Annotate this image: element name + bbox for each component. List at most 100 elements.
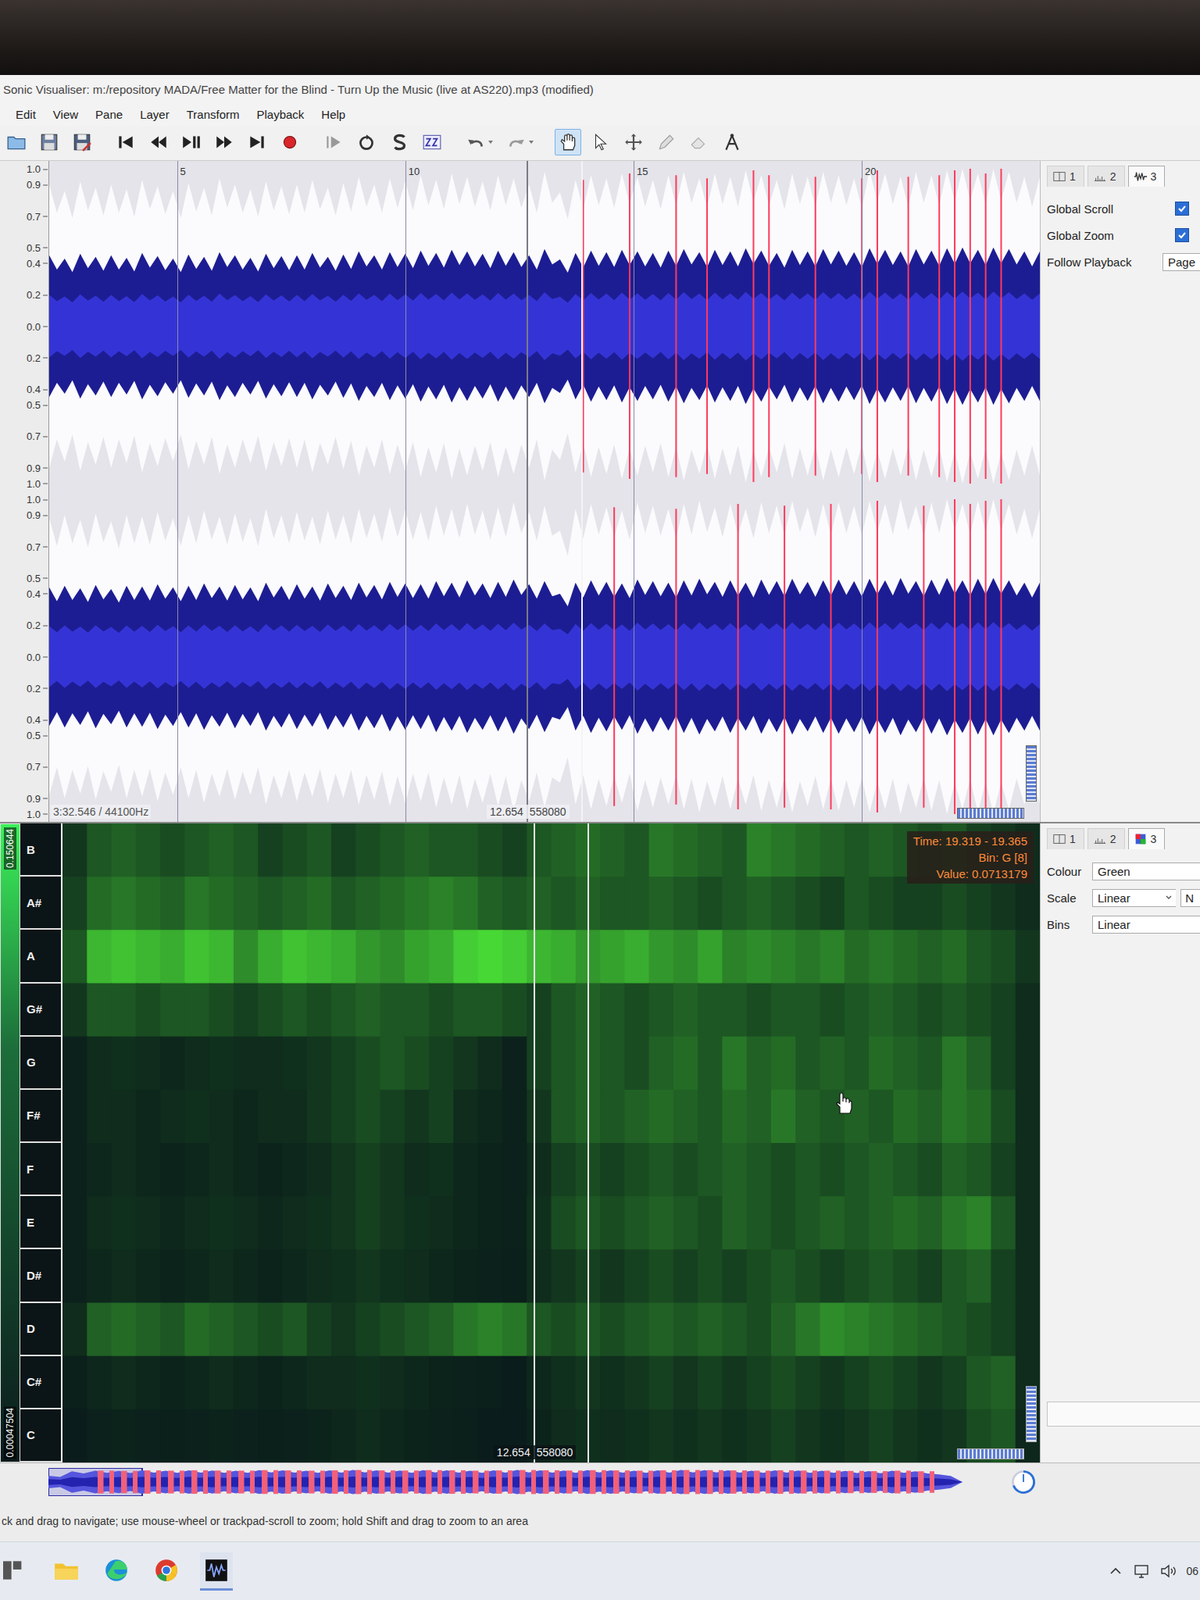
play-pause-button[interactable] [178,128,205,156]
toolbar [0,125,1200,161]
draw-button[interactable] [653,128,680,156]
tab-label: 1 [1069,832,1076,846]
property-combo[interactable]: Green [1092,862,1200,881]
menu-item[interactable]: Edit [15,106,36,123]
overview-panner[interactable] [48,1463,986,1501]
chroma-cell [624,876,650,932]
property-tab[interactable]: 2 [1087,828,1125,850]
chroma-cell [380,1409,407,1463]
follow-playback-select[interactable]: Page [1162,253,1200,272]
chroma-cell [649,1303,675,1358]
chroma-cell [600,1409,626,1463]
solo-button[interactable] [385,128,413,156]
chroma-cell [331,1089,358,1145]
property-tab[interactable]: 3 [1128,828,1166,850]
chromagram-plot[interactable]: Time: 19.319 - 19.365Bin: G [8]Value: 0.… [62,823,1040,1463]
explorer-button[interactable] [50,1552,83,1591]
chroma-cell [404,1036,431,1092]
chroma-cell [600,1303,626,1358]
property-row: Global Scroll [1046,199,1200,218]
menu-item[interactable]: Pane [95,106,123,123]
chroma-cell [478,983,504,1039]
chroma-cell [428,1142,455,1198]
open-button[interactable] [3,128,30,156]
clip-marker [830,503,833,810]
jump-end-button[interactable] [243,128,271,156]
chroma-cell [233,1303,260,1358]
network-icon[interactable] [1132,1561,1152,1581]
chroma-cell [502,983,529,1039]
menu-item[interactable]: Help [321,106,346,123]
chroma-cell [233,1142,260,1198]
overview-clip [531,1470,536,1495]
clock[interactable]: 06 [1185,1564,1199,1578]
undo-button[interactable] [462,128,497,156]
save-as-button[interactable] [68,128,96,156]
overview-clip [660,1470,667,1494]
horizontal-zoom-wheel[interactable] [957,1448,1025,1460]
chroma-cell [526,929,553,985]
chroma-cell [624,1142,650,1198]
redo-button[interactable] [503,128,538,156]
property-tab[interactable]: 1 [1046,828,1085,850]
property-tab[interactable]: 3 [1128,165,1166,187]
chroma-cell [820,1089,847,1145]
overview-clip [835,1470,841,1493]
jump-start-button[interactable] [112,128,140,156]
normalize-combo[interactable]: N [1180,889,1200,908]
rewind-button[interactable] [145,128,172,156]
menu-item[interactable]: Transform [186,106,240,123]
chrome-button[interactable] [150,1552,183,1591]
fast-forward-button[interactable] [210,128,238,156]
check-icon [1177,203,1187,214]
clip-marker [675,508,677,805]
waveform-plot[interactable]: 51015203:32.546 / 44100Hz12.654558080 [49,160,1040,822]
chroma-cell [844,1409,871,1463]
property-combo[interactable]: Linear [1092,915,1200,934]
chroma-cell [844,1303,871,1358]
chroma-cell [62,1303,89,1358]
open-icon [6,132,27,153]
chroma-cell [721,1303,748,1358]
play-selection-button[interactable] [320,128,347,156]
chroma-cell [282,1142,308,1198]
loop-button[interactable] [353,128,380,156]
erase-button[interactable] [685,128,713,156]
cursor-time: 12.654 [493,1445,534,1460]
property-tab[interactable]: 2 [1087,165,1125,187]
select-button[interactable] [587,128,615,156]
chroma-cell [86,1089,113,1145]
checkbox[interactable] [1175,228,1190,243]
sonic-visualiser-button[interactable] [200,1552,233,1591]
property-tab[interactable]: 1 [1046,165,1085,187]
start-button[interactable] [0,1552,33,1591]
record-button[interactable] [276,128,304,156]
chevron-icon[interactable] [1106,1561,1125,1581]
checkbox[interactable] [1175,201,1190,216]
menu-item[interactable]: Layer [139,106,170,123]
horizontal-zoom-wheel[interactable] [957,807,1025,819]
property-combo[interactable]: Linear [1092,889,1176,908]
normalize-button[interactable] [418,128,446,156]
edge-button[interactable] [100,1552,133,1591]
volume-icon[interactable] [1159,1561,1179,1581]
chroma-cell [307,1409,333,1463]
chroma-cell [551,1356,578,1411]
playback-pointer[interactable] [581,160,583,822]
colour-3d-icon [1133,832,1148,847]
empty-field[interactable] [1046,1401,1200,1427]
vertical-zoom-wheel[interactable] [1025,745,1037,802]
move-button[interactable] [620,128,647,156]
chroma-cell [209,1409,236,1463]
overview-clip [121,1471,128,1494]
menu-item[interactable]: Playback [256,106,304,123]
menu-item[interactable]: View [53,106,79,123]
save-button[interactable] [35,128,63,156]
clip-marker [969,168,972,484]
measure-button[interactable] [718,128,746,156]
playback-pointer[interactable] [587,823,590,1463]
navigate-button[interactable] [554,128,582,156]
chroma-cell [551,1142,578,1198]
vertical-zoom-wheel[interactable] [1025,1385,1037,1443]
clip-marker [922,505,925,808]
